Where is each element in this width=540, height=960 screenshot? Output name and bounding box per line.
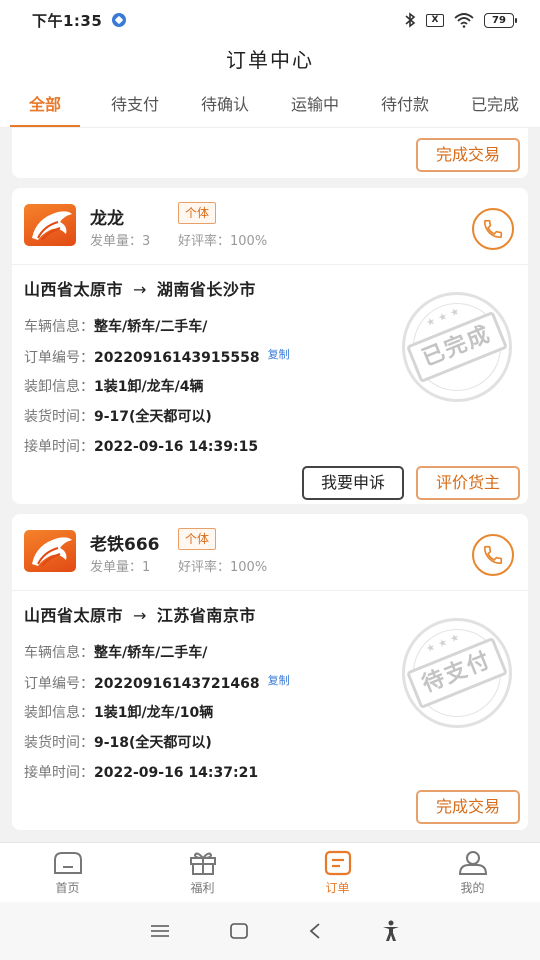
tabbar-mine-label: 我的 (460, 880, 485, 895)
tabbar-benefits-label: 福利 (190, 880, 215, 895)
gift-icon (189, 852, 216, 875)
divider (12, 590, 528, 591)
order-count: 发单量：1 (90, 560, 151, 575)
status-stamp: ★★★ 已完成 (385, 275, 529, 419)
tabbar-orders-label: 订单 (325, 880, 350, 895)
shipper-type-tag: 个体 (178, 202, 217, 224)
previous-order-card: 完成交易 (12, 128, 528, 178)
appeal-button[interactable]: 我要申诉 (302, 466, 404, 500)
load-time: 装货时间：9-18(全天都可以) (24, 735, 212, 751)
accept-time: 接单时间：2022-09-16 14:39:15 (24, 439, 259, 455)
menu-icon[interactable] (150, 923, 170, 939)
phone-icon (483, 545, 503, 565)
battery-icon: 79 (484, 12, 517, 28)
tabbar-benefits[interactable]: 福利 (135, 843, 270, 902)
order-list[interactable]: 完成交易 龙龙 个体 发单量：3 好评率：100% 山西省太原市 → 湖南省长沙市 … (0, 128, 540, 842)
bottom-tab-bar: 首页 福利 订单 我的 (0, 842, 540, 902)
tab-all[interactable]: 全部 (0, 82, 90, 127)
route-arrow: → (133, 280, 147, 299)
shipper-name: 龙龙 (90, 209, 124, 229)
load-info: 装卸信息：1装1卸/龙车/4辆 (24, 379, 204, 395)
tab-in-transit[interactable]: 运输中 (270, 82, 360, 127)
home-square-icon[interactable] (229, 922, 249, 940)
page-header: 订单中心 (0, 40, 540, 82)
order-number: 订单编号：20220916143721468 复制 (24, 674, 290, 692)
tab-completed[interactable]: 已完成 (450, 82, 540, 127)
eagle-logo-icon (32, 537, 72, 567)
load-info: 装卸信息：1装1卸/龙车/10辆 (24, 705, 214, 721)
tabbar-home-label: 首页 (55, 880, 80, 895)
tabbar-orders[interactable]: 订单 (270, 843, 405, 902)
copy-link[interactable]: 复制 (268, 674, 290, 687)
tabbar-mine[interactable]: 我的 (405, 843, 540, 902)
call-button[interactable] (472, 208, 514, 250)
system-nav-bar (0, 902, 540, 960)
route: 山西省太原市 → 江苏省南京市 (24, 602, 256, 626)
accept-time: 接单时间：2022-09-16 14:37:21 (24, 765, 259, 781)
status-bar: 下午1:35 X 79 (0, 0, 540, 40)
destination: 湖南省长沙市 (156, 280, 256, 299)
notification-icon (112, 13, 127, 27)
no-sim-icon: X (426, 13, 444, 27)
call-button[interactable] (472, 534, 514, 576)
page-title: 订单中心 (226, 48, 314, 72)
status-time: 下午1:35 (32, 11, 103, 30)
order-card: 老铁666 个体 发单量：1 好评率：100% 山西省太原市 → 江苏省南京市 ★★… (12, 514, 529, 830)
home-icon (53, 851, 82, 874)
rating: 好评率：100% (178, 560, 268, 575)
order-icon (324, 850, 351, 875)
eagle-logo-icon (32, 211, 72, 241)
route-arrow: → (133, 606, 147, 625)
wifi-icon (454, 12, 474, 28)
copy-link[interactable]: 复制 (268, 348, 290, 361)
tabbar-home[interactable]: 首页 (0, 843, 135, 902)
destination: 江苏省南京市 (156, 606, 256, 625)
load-time: 装货时间：9-17(全天都可以) (24, 409, 212, 425)
divider (12, 264, 528, 265)
order-number: 订单编号：20220916143915558 复制 (24, 348, 290, 366)
origin: 山西省太原市 (24, 606, 124, 625)
order-card: 龙龙 个体 发单量：3 好评率：100% 山西省太原市 → 湖南省长沙市 ★★★ 已… (12, 188, 529, 504)
order-count: 发单量：3 (90, 234, 151, 249)
shipper-logo (24, 530, 76, 572)
rate-shipper-button[interactable]: 评价货主 (416, 466, 520, 500)
accessibility-icon[interactable] (381, 920, 401, 942)
origin: 山西省太原市 (24, 280, 124, 299)
complete-trade-button[interactable]: 完成交易 (416, 790, 520, 824)
user-icon (458, 850, 487, 875)
shipper-logo (24, 204, 76, 246)
tab-pending-payment[interactable]: 待支付 (90, 82, 180, 127)
rating: 好评率：100% (178, 234, 268, 249)
vehicle-info: 车辆信息：整车/轿车/二手车/ (24, 645, 208, 661)
route: 山西省太原市 → 湖南省长沙市 (24, 276, 256, 300)
order-status-tabs: 全部 待支付 待确认 运输中 待付款 已完成 (0, 82, 540, 128)
tab-awaiting-payment[interactable]: 待付款 (360, 82, 450, 127)
back-icon[interactable] (308, 922, 322, 940)
tab-pending-confirm[interactable]: 待确认 (180, 82, 270, 127)
status-icons: X 79 (404, 12, 517, 28)
vehicle-info: 车辆信息：整车/轿车/二手车/ (24, 319, 208, 335)
complete-trade-button[interactable]: 完成交易 (416, 138, 520, 172)
shipper-type-tag: 个体 (178, 528, 217, 550)
phone-icon (483, 219, 503, 239)
bluetooth-icon (405, 12, 416, 28)
status-stamp: ★★★ 待支付 (385, 601, 529, 745)
shipper-name: 老铁666 (90, 535, 160, 555)
